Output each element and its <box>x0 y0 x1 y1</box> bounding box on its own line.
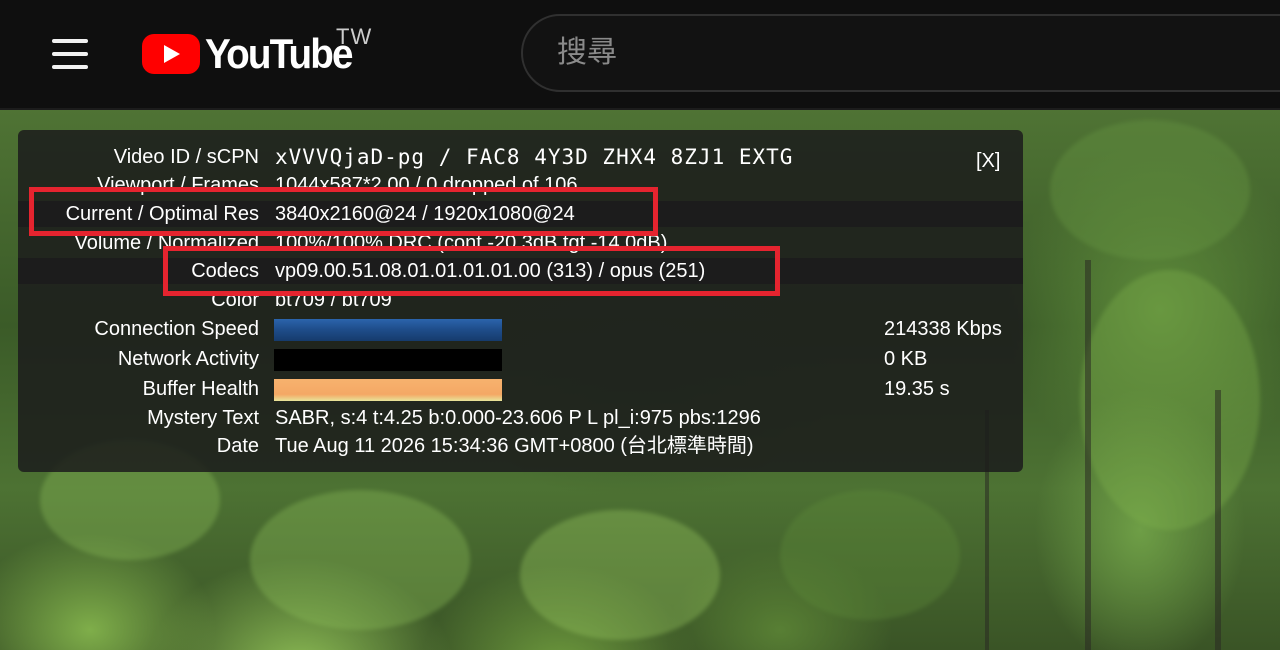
buffer-health-graph <box>274 379 502 401</box>
stats-row-video-id: Video ID / sCPN xVVVQjaD-pg / FAC8 4Y3D … <box>18 144 1023 170</box>
masthead: YouTube TW <box>0 0 1280 108</box>
tree-trunk-decoration <box>1215 390 1221 650</box>
stats-for-nerds-panel: [X] Video ID / sCPN xVVVQjaD-pg / FAC8 4… <box>18 130 1023 472</box>
stats-label: Mystery Text <box>147 407 259 429</box>
stats-value: 0 KB <box>884 348 928 370</box>
stats-label: Codecs <box>191 260 259 282</box>
stats-row-connection-speed: Connection Speed 214338 Kbps <box>18 316 1023 342</box>
stats-row-mystery-text: Mystery Text SABR, s:4 t:4.25 b:0.000-23… <box>18 405 1023 431</box>
stats-value: vp09.00.51.08.01.01.01.01.00 (313) / opu… <box>275 260 706 282</box>
stats-label: Viewport / Frames <box>97 174 259 196</box>
stats-label: Network Activity <box>117 348 259 370</box>
country-code: TW <box>336 24 373 49</box>
stats-value: 3840x2160@24 / 1920x1080@24 <box>275 203 575 225</box>
stats-label: Date <box>216 435 259 457</box>
stats-label: Video ID / sCPN <box>113 146 259 168</box>
stats-row-codecs: Codecs vp09.00.51.08.01.01.01.01.00 (313… <box>18 258 1023 284</box>
tree-trunk-decoration <box>1085 260 1091 650</box>
stats-row-color: Color bt709 / bt709 <box>18 287 1023 313</box>
stats-value: 100%/100% DRC (cont -20.3dB tgt -14.0dB) <box>275 232 668 254</box>
network-activity-graph <box>274 349 502 371</box>
stats-row-date: Date Tue Aug 11 2026 15:34:36 GMT+0800 (… <box>18 433 1023 459</box>
stats-label: Connection Speed <box>94 318 259 340</box>
menu-bar <box>52 39 88 43</box>
stats-value: 1044x587*2.00 / 0 dropped of 106 <box>275 174 578 196</box>
masthead-divider <box>0 108 1280 110</box>
foliage-decoration <box>1080 270 1260 530</box>
youtube-play-icon <box>142 34 200 74</box>
youtube-logo[interactable]: YouTube <box>142 26 364 82</box>
stats-value: SABR, s:4 t:4.25 b:0.000-23.606 P L pl_i… <box>275 407 761 429</box>
play-triangle <box>164 45 180 63</box>
stats-value: xVVVQjaD-pg / FAC8 4Y3D ZHX4 8ZJ1 EXTG <box>275 145 794 169</box>
foliage-decoration <box>1050 120 1250 260</box>
stats-label: Current / Optimal Res <box>65 203 259 225</box>
search-box[interactable] <box>521 14 1280 92</box>
stats-value: bt709 / bt709 <box>275 289 392 311</box>
stats-label: Buffer Health <box>142 378 259 400</box>
stats-value: Tue Aug 11 2026 15:34:36 GMT+0800 (台北標準時… <box>275 435 754 457</box>
foliage-decoration <box>780 490 960 620</box>
stats-row-buffer-health: Buffer Health 19.35 s <box>18 376 1023 402</box>
foliage-decoration <box>520 510 720 640</box>
menu-bar <box>52 52 88 56</box>
stats-value: 214338 Kbps <box>884 318 1002 340</box>
stats-row-volume: Volume / Normalized 100%/100% DRC (cont … <box>18 230 1023 256</box>
foliage-decoration <box>250 490 470 630</box>
stats-label: Color <box>211 289 259 311</box>
stats-row-resolution: Current / Optimal Res 3840x2160@24 / 192… <box>18 201 1023 227</box>
search-input[interactable] <box>555 34 1259 71</box>
logo-wordmark: YouTube <box>205 30 354 77</box>
stats-row-network-activity: Network Activity 0 KB <box>18 346 1023 372</box>
stats-value: 19.35 s <box>884 378 950 400</box>
stats-label: Volume / Normalized <box>74 232 259 254</box>
stats-row-viewport: Viewport / Frames 1044x587*2.00 / 0 drop… <box>18 172 1023 198</box>
hamburger-menu-icon[interactable] <box>44 30 96 78</box>
connection-speed-graph <box>274 319 502 341</box>
menu-bar <box>52 65 88 69</box>
